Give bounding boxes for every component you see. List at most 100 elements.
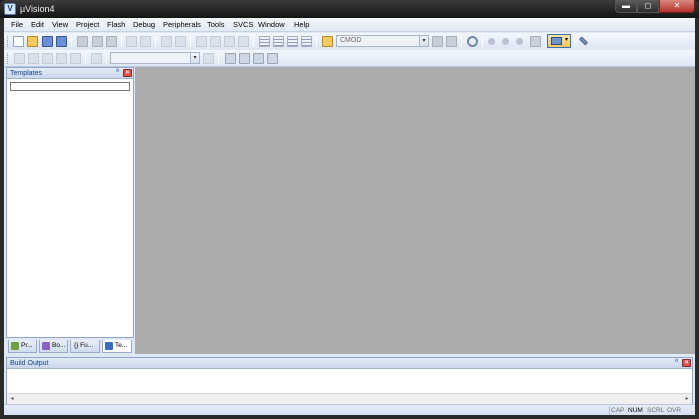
copy-icon[interactable] (92, 36, 103, 47)
bookmark-icon[interactable] (196, 36, 207, 47)
panel-header[interactable]: Build Output ª ✕ (7, 358, 692, 369)
menu-peripherals[interactable]: Peripherals (163, 20, 201, 30)
cut-icon[interactable] (77, 36, 88, 47)
status-scrl: SCRL (647, 407, 665, 414)
target-select[interactable]: CMOD ▾ (336, 35, 429, 47)
menu-flash[interactable]: Flash (107, 20, 125, 30)
editor-area[interactable] (135, 67, 695, 354)
tab-project[interactable]: Pr... (8, 340, 37, 353)
books-icon (42, 342, 50, 350)
menu-window[interactable]: Window (258, 20, 285, 30)
toolbar-separator (121, 36, 122, 47)
minimize-button[interactable]: ▬ (615, 0, 637, 13)
maximize-button[interactable]: ◻ (637, 0, 659, 13)
prev-bookmark-icon[interactable] (210, 36, 221, 47)
debug-session-icon[interactable] (467, 36, 478, 47)
client-area: File Edit View Project Flash Debug Perip… (4, 18, 695, 415)
tab-books[interactable]: Bo... (39, 340, 68, 353)
templates-icon (105, 342, 113, 350)
tab-label: Te... (115, 342, 128, 349)
run-time-environment-icon[interactable] (267, 53, 278, 64)
navigate-back-icon[interactable] (161, 36, 172, 47)
pin-icon[interactable]: ª (673, 359, 680, 367)
build-toolbar: ▾ (4, 50, 695, 67)
select-packs-icon[interactable] (253, 53, 264, 64)
title-bar[interactable]: V µVision4 ▬ ◻ ✕ (0, 0, 699, 18)
toolbar-separator (106, 53, 107, 64)
navigate-forward-icon[interactable] (175, 36, 186, 47)
chevron-down-icon[interactable]: ▾ (419, 36, 428, 46)
window-layout-icon (551, 37, 562, 45)
tab-functions[interactable]: {} Fu... (70, 340, 100, 353)
toolbar-separator (155, 36, 156, 47)
scroll-left-icon[interactable]: ◂ (7, 394, 17, 404)
download-icon[interactable] (91, 53, 102, 64)
select-target-combo[interactable]: ▾ (110, 52, 200, 64)
toolbar-grip[interactable] (7, 53, 10, 64)
menu-view[interactable]: View (52, 20, 68, 30)
menu-project[interactable]: Project (76, 20, 99, 30)
panel-header[interactable]: Templates ª ✕ (7, 68, 133, 79)
app-icon[interactable]: V (4, 3, 16, 15)
chevron-down-icon[interactable]: ▾ (190, 53, 199, 63)
window-config-button[interactable]: ▾ (547, 34, 571, 48)
rebuild-icon[interactable] (42, 53, 53, 64)
uncomment-icon[interactable] (301, 36, 312, 47)
incremental-find-icon[interactable] (432, 36, 443, 47)
stop-build-icon[interactable] (70, 53, 81, 64)
close-button[interactable]: ✕ (659, 0, 695, 13)
menu-bar: File Edit View Project Flash Debug Perip… (4, 18, 695, 32)
toolbar-separator (545, 36, 546, 47)
toolbar-grip[interactable] (7, 36, 10, 47)
tab-label: Bo... (52, 342, 66, 349)
menu-help[interactable]: Help (294, 20, 309, 30)
unindent-icon[interactable] (273, 36, 284, 47)
kill-breakpoints-icon[interactable] (516, 38, 523, 45)
close-icon[interactable]: ✕ (123, 69, 132, 77)
new-file-icon[interactable] (13, 36, 24, 47)
menu-edit[interactable]: Edit (31, 20, 44, 30)
toolbar-separator (190, 36, 191, 47)
horizontal-scrollbar[interactable]: ◂ ▸ (7, 393, 692, 404)
close-icon[interactable]: ✕ (682, 359, 691, 367)
status-bar: CAP NUM SCRL OVR (4, 404, 695, 415)
scroll-right-icon[interactable]: ▸ (682, 394, 692, 404)
manage-components-icon[interactable] (239, 53, 250, 64)
configure-wrench-icon[interactable] (578, 36, 589, 46)
status-ovr: OVR (667, 407, 682, 414)
find-icon[interactable] (446, 36, 457, 47)
translate-icon[interactable] (14, 53, 25, 64)
save-all-icon[interactable] (56, 36, 67, 47)
menu-tools[interactable]: Tools (207, 20, 225, 30)
redo-icon[interactable] (140, 36, 151, 47)
status-divider (609, 406, 610, 415)
paste-icon[interactable] (106, 36, 117, 47)
chevron-down-icon[interactable]: ▾ (565, 36, 568, 43)
menu-debug[interactable]: Debug (133, 20, 155, 30)
file-toolbar: CMOD ▾ ▾ (4, 33, 695, 50)
pin-icon[interactable]: ª (114, 69, 121, 77)
clear-bookmarks-icon[interactable] (238, 36, 249, 47)
undo-icon[interactable] (126, 36, 137, 47)
comment-icon[interactable] (287, 36, 298, 47)
panel-title: Build Output (10, 360, 49, 367)
tab-label: {} Fu... (74, 342, 94, 349)
menu-file[interactable]: File (11, 20, 23, 30)
find-in-files-icon[interactable] (322, 36, 333, 47)
template-filter-input[interactable] (10, 82, 130, 91)
batch-build-icon[interactable] (56, 53, 67, 64)
breakpoint-icon[interactable] (488, 38, 495, 45)
indent-icon[interactable] (259, 36, 270, 47)
clear-breakpoints-icon[interactable] (530, 36, 541, 47)
open-file-icon[interactable] (27, 36, 38, 47)
target-select-value: CMOD (340, 37, 362, 44)
menu-svcs[interactable]: SVCS (233, 20, 253, 30)
file-extensions-icon[interactable] (225, 53, 236, 64)
target-options-icon[interactable] (203, 53, 214, 64)
build-icon[interactable] (28, 53, 39, 64)
save-icon[interactable] (42, 36, 53, 47)
disable-breakpoint-icon[interactable] (502, 38, 509, 45)
tab-templates[interactable]: Te... (102, 340, 132, 353)
next-bookmark-icon[interactable] (224, 36, 235, 47)
toolbar-separator (316, 36, 317, 47)
